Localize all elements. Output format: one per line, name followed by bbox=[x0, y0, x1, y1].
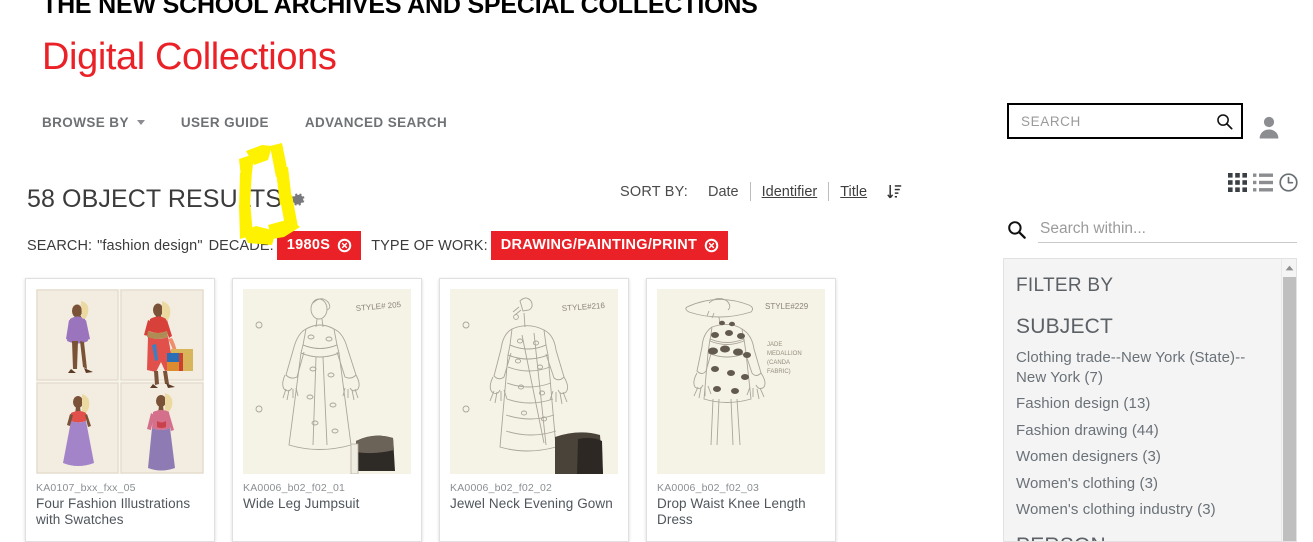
result-card[interactable]: STYLE# 205 KA0006_b02_f02_01 Wide Leg Ju… bbox=[232, 278, 422, 542]
sort-bar: SORT BY: Date Identifier Title bbox=[620, 182, 902, 201]
page-root: THE NEW SCHOOL ARCHIVES AND SPECIAL COLL… bbox=[0, 0, 1313, 542]
filter-panel-scrollbar[interactable] bbox=[1281, 259, 1296, 541]
facet-label-type-of-work: TYPE OF WORK: bbox=[371, 237, 488, 254]
facet-item[interactable]: Fashion drawing (44) bbox=[1016, 421, 1268, 441]
active-facet-decade-value: 1980S bbox=[286, 237, 331, 253]
nav-advanced-search[interactable]: ADVANCED SEARCH bbox=[305, 115, 447, 130]
search-criteria-term: "fashion design" bbox=[97, 237, 203, 254]
facet-heading-person: PERSON bbox=[1016, 534, 1278, 542]
facet-item[interactable]: Women's clothing (3) bbox=[1016, 474, 1268, 494]
facet-item[interactable]: Women designers (3) bbox=[1016, 447, 1268, 467]
scrollbar-thumb[interactable] bbox=[1283, 277, 1296, 541]
object-results-count: 58 OBJECT RESULTS bbox=[27, 185, 283, 213]
card-title: Jewel Neck Evening Gown bbox=[450, 496, 613, 511]
results-heading: 58 OBJECT RESULTS bbox=[27, 185, 306, 214]
facet-item[interactable]: Fashion design (13) bbox=[1016, 394, 1268, 414]
card-identifier: KA0006_b02_f02_03 bbox=[657, 482, 760, 494]
search-criteria-label: SEARCH: bbox=[27, 237, 93, 254]
result-card[interactable]: STYLE#216 KA0006_b02_f02_02 Jewel Neck E… bbox=[439, 278, 629, 542]
search-within-input[interactable] bbox=[1038, 220, 1297, 243]
nav-advanced-search-label: ADVANCED SEARCH bbox=[304, 115, 448, 130]
search-icon[interactable] bbox=[1007, 220, 1026, 239]
card-identifier: KA0107_bxx_fxx_05 bbox=[36, 482, 136, 494]
site-title: THE NEW SCHOOL ARCHIVES AND SPECIAL COLL… bbox=[42, 0, 758, 19]
facet-label-decade: DECADE: bbox=[208, 237, 274, 254]
drop-waist-knee-length-dress-sketch-thumbnail: STYLE#229 JADE MEDALLION (CANDA FABRIC) bbox=[657, 289, 825, 474]
sort-option-identifier[interactable]: Identifier bbox=[751, 184, 829, 200]
four-fashion-illustrations-thumbnail bbox=[36, 289, 204, 474]
remove-circle-icon[interactable] bbox=[704, 238, 719, 253]
card-title: Four Fashion Illustrations with Swatches bbox=[36, 496, 191, 527]
facet-item[interactable]: Clothing trade--New York (State)--New Yo… bbox=[1016, 348, 1268, 387]
chevron-down-icon bbox=[136, 120, 145, 125]
active-search-criteria: SEARCH: "fashion design" DECADE: 1980S T… bbox=[27, 231, 732, 260]
sort-by-label: SORT BY: bbox=[620, 183, 688, 200]
wide-leg-jumpsuit-sketch-thumbnail: STYLE# 205 bbox=[243, 289, 411, 474]
grid-icon[interactable] bbox=[1228, 173, 1247, 192]
nav-browse-by-label: BROWSE BY bbox=[42, 115, 129, 130]
svg-text:(CANDA: (CANDA bbox=[767, 360, 790, 366]
facet-item[interactable]: Women's clothing industry (3) bbox=[1016, 500, 1268, 520]
results-grid: KA0107_bxx_fxx_05 Four Fashion Illustrat… bbox=[25, 278, 836, 542]
svg-text:JADE: JADE bbox=[767, 342, 782, 348]
brand-title: Digital Collections bbox=[42, 36, 337, 78]
scroll-up-arrow-icon[interactable] bbox=[1282, 259, 1296, 276]
nav-user-guide-label: USER GUIDE bbox=[180, 115, 269, 130]
card-identifier: KA0006_b02_f02_02 bbox=[450, 482, 553, 494]
card-identifier: KA0006_b02_f02_01 bbox=[243, 482, 346, 494]
svg-text:FABRIC): FABRIC) bbox=[767, 369, 791, 375]
search-icon[interactable] bbox=[1216, 113, 1233, 130]
nav-user-guide[interactable]: USER GUIDE bbox=[181, 115, 269, 130]
card-title: Wide Leg Jumpsuit bbox=[243, 496, 360, 511]
top-search-box[interactable] bbox=[1007, 103, 1243, 139]
view-toggle-group bbox=[1228, 173, 1298, 192]
active-facet-type-of-work[interactable]: DRAWING/PAINTING/PRINT bbox=[490, 231, 729, 260]
svg-text:STYLE#229: STYLE#229 bbox=[765, 302, 809, 311]
user-avatar-icon[interactable] bbox=[1258, 115, 1280, 139]
jewel-neck-evening-gown-sketch-thumbnail: STYLE#216 bbox=[450, 289, 618, 474]
filter-panel: FILTER BY SUBJECT Clothing trade--New Yo… bbox=[1003, 258, 1297, 542]
nav-browse-by[interactable]: BROWSE BY bbox=[42, 115, 145, 130]
result-card[interactable]: STYLE#229 JADE MEDALLION (CANDA FABRIC) … bbox=[646, 278, 836, 542]
remove-circle-icon[interactable] bbox=[337, 238, 352, 253]
main-nav: BROWSE BY USER GUIDE ADVANCED SEARCH bbox=[42, 115, 483, 130]
gear-icon[interactable] bbox=[289, 191, 306, 208]
facet-heading-subject: SUBJECT bbox=[1016, 315, 1114, 338]
active-facet-type-of-work-value: DRAWING/PAINTING/PRINT bbox=[500, 237, 698, 253]
sort-descending-icon[interactable] bbox=[887, 184, 902, 200]
svg-text:MEDALLION: MEDALLION bbox=[767, 351, 802, 357]
filter-by-heading: FILTER BY bbox=[1016, 275, 1114, 296]
sort-option-date[interactable]: Date bbox=[697, 184, 750, 200]
result-card[interactable]: KA0107_bxx_fxx_05 Four Fashion Illustrat… bbox=[25, 278, 215, 542]
search-within-group bbox=[1007, 220, 1297, 243]
card-title: Drop Waist Knee Length Dress bbox=[657, 496, 806, 527]
search-input[interactable] bbox=[1019, 112, 1216, 130]
filter-panel-content: FILTER BY SUBJECT Clothing trade--New Yo… bbox=[1004, 259, 1296, 542]
sort-option-title[interactable]: Title bbox=[829, 184, 878, 200]
active-facet-decade[interactable]: 1980S bbox=[276, 231, 362, 260]
list-icon[interactable] bbox=[1253, 173, 1273, 192]
clock-icon[interactable] bbox=[1279, 173, 1298, 192]
